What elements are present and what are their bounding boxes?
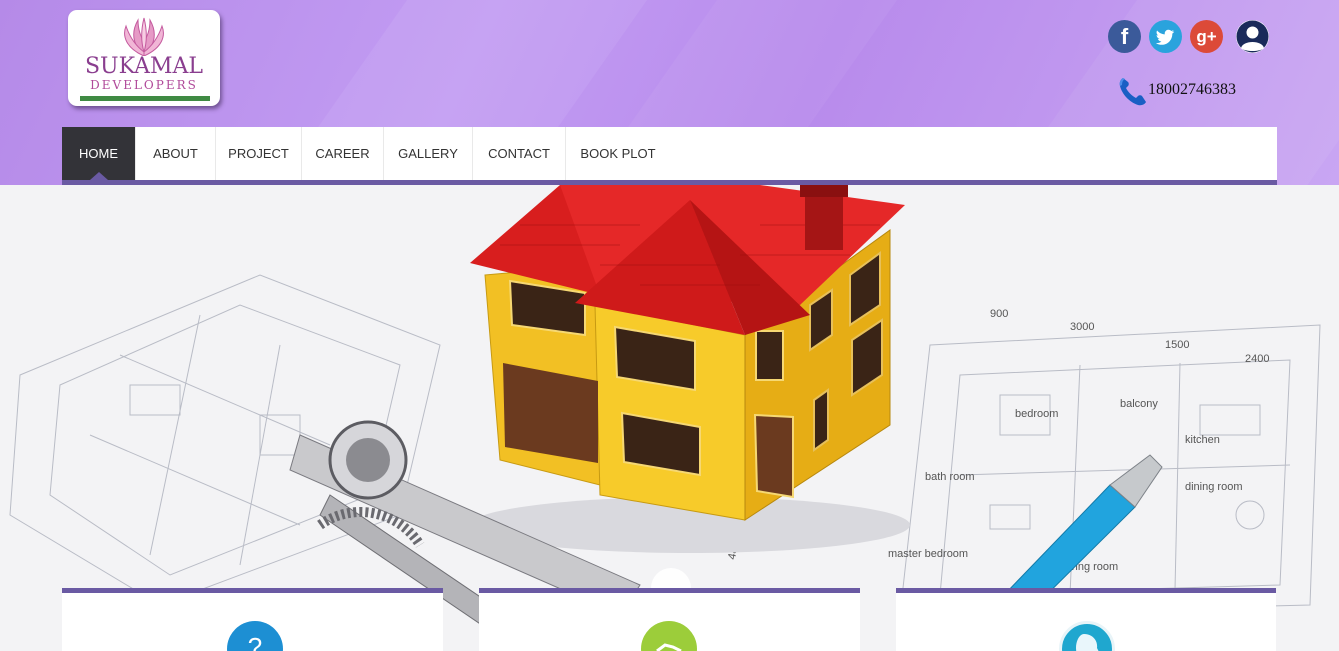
blueprint-label: 2400 bbox=[1245, 353, 1269, 365]
phone-icon bbox=[1119, 78, 1146, 106]
feature-box bbox=[479, 588, 860, 651]
nav-home[interactable]: HOME bbox=[62, 127, 136, 180]
site-logo[interactable]: SUKAMAL DEVELOPERS bbox=[68, 10, 220, 106]
hero-slider[interactable]: bedroom balcony kitchen bath room dining… bbox=[0, 185, 1339, 651]
feature-box: ? bbox=[62, 588, 443, 651]
feature-box bbox=[896, 588, 1276, 651]
logo-name: SUKAMAL bbox=[84, 54, 204, 79]
blueprint-label: master bedroom bbox=[888, 548, 968, 560]
facebook-icon[interactable]: f bbox=[1108, 20, 1141, 53]
handshake-glyph bbox=[656, 643, 682, 651]
nav-contact[interactable]: CONTACT bbox=[473, 127, 566, 180]
blueprint-label: 900 bbox=[990, 308, 1008, 320]
logo-subname: DEVELOPERS bbox=[90, 78, 198, 92]
head-profile-glyph bbox=[1076, 634, 1099, 651]
blueprint-label: 1500 bbox=[1165, 339, 1189, 351]
blueprint-label: kitchen bbox=[1185, 434, 1220, 446]
blueprint-label: balcony bbox=[1120, 398, 1158, 410]
account-avatar-icon bbox=[1236, 20, 1269, 53]
nav-career[interactable]: CAREER bbox=[302, 127, 384, 180]
main-navigation: HOME ABOUT PROJECT CAREER GALLERY CONTAC… bbox=[62, 127, 1277, 185]
blueprint-label: bath room bbox=[925, 471, 975, 483]
handshake-icon bbox=[641, 621, 697, 651]
logo-underline bbox=[80, 96, 210, 101]
nav-about[interactable]: ABOUT bbox=[136, 127, 216, 180]
blueprint-label: dining room bbox=[1185, 481, 1242, 493]
head-profile-icon bbox=[1059, 621, 1115, 651]
nav-project[interactable]: PROJECT bbox=[216, 127, 302, 180]
flame-icon bbox=[124, 17, 164, 56]
question-icon: ? bbox=[227, 621, 283, 651]
nav-gallery[interactable]: GALLERY bbox=[384, 127, 473, 180]
phone-number[interactable]: 18002746383 bbox=[1148, 81, 1236, 99]
blueprint-label: 3000 bbox=[1070, 321, 1094, 333]
twitter-icon[interactable] bbox=[1149, 20, 1182, 53]
blueprint-label: bedroom bbox=[1015, 408, 1058, 420]
nav-book-plot[interactable]: BOOK PLOT bbox=[566, 127, 670, 180]
twitter-bird-icon bbox=[1155, 29, 1175, 45]
user-icon[interactable] bbox=[1236, 20, 1269, 53]
google-plus-icon[interactable]: g+ bbox=[1190, 20, 1223, 53]
